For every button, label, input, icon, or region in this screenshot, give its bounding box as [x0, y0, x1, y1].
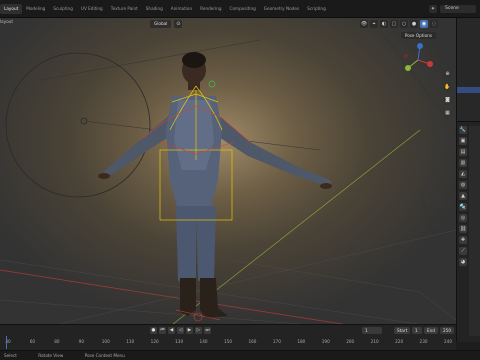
visibility-icon[interactable]: 👁	[360, 20, 368, 28]
next-keyframe-icon[interactable]: ▷	[195, 327, 202, 334]
end-frame-field[interactable]: 250	[440, 327, 454, 334]
zoom-icon[interactable]: ⊕	[443, 70, 452, 79]
scene-name-field[interactable]: Scene	[440, 4, 476, 13]
solid-shading-icon[interactable]: ●	[410, 20, 418, 28]
viewport-shading-controls: 👁 ⌖ ◐ ▢ ○ ● ◉ ◌	[360, 20, 438, 28]
gizmo-icon[interactable]: ⌖	[370, 20, 378, 28]
head-control[interactable]	[208, 80, 216, 88]
ruler-tick: 80	[54, 339, 60, 344]
ruler-tick: 240	[444, 339, 452, 344]
viewport-navigation-buttons: ⊕ ✋ ◙ ▦	[443, 70, 452, 118]
tab-uv-editing[interactable]: UV Editing	[77, 4, 107, 14]
overlays-icon[interactable]: ◐	[380, 20, 388, 28]
tab-animation[interactable]: Animation	[167, 4, 196, 14]
tab-sculpting[interactable]: Sculpting	[49, 4, 77, 14]
ruler-tick: 100	[101, 339, 110, 344]
start-frame-label: Start	[394, 327, 411, 334]
3d-viewport[interactable]: layout Global ⊙ 👁 ⌖ ◐ ▢ ○ ● ◉ ◌ Pose Opt…	[0, 18, 456, 324]
tab-shading[interactable]: Shading	[142, 4, 167, 14]
ruler-tick: 60	[29, 339, 36, 344]
ruler-tick: 190	[321, 339, 330, 344]
workspace-tab-bar: Layout Modeling Sculpting UV Editing Tex…	[0, 0, 480, 18]
ruler-tick: 210	[370, 339, 379, 344]
ruler-tick: 170	[272, 339, 281, 344]
tab-layout[interactable]: Layout	[0, 3, 23, 14]
current-frame-field[interactable]: 1	[362, 327, 382, 334]
end-frame-label: End	[424, 327, 438, 334]
tab-texture-paint[interactable]: Texture Paint	[107, 4, 142, 14]
world-tab-icon[interactable]: ◍	[459, 181, 467, 189]
playhead[interactable]	[6, 336, 7, 349]
pose-options-dropdown[interactable]: Pose Options	[400, 32, 436, 39]
constraint-tab-icon[interactable]: ⛓	[459, 225, 467, 233]
transform-orientation-dropdown[interactable]: Global	[150, 20, 172, 28]
ruler-tick: 150	[224, 339, 232, 344]
wireframe-shading-icon[interactable]: ○	[400, 20, 408, 28]
view-layer-tab-icon[interactable]: ▥	[459, 159, 467, 167]
ruler-tick: 110	[126, 339, 135, 344]
ruler-tick: 220	[395, 339, 404, 344]
status-select: Select	[4, 353, 17, 358]
start-frame-field[interactable]: 1	[412, 327, 422, 334]
ruler-tick: 90	[78, 339, 84, 344]
xray-icon[interactable]: ▢	[390, 20, 398, 28]
outliner[interactable]	[457, 18, 480, 122]
render-tab-icon[interactable]: ▣	[459, 137, 467, 145]
tool-tab-icon[interactable]: 🔧	[459, 126, 467, 134]
timeline-controls: ● ⏮ ◀ ◁ ▶ ▷ ⏭ 1 Start 1 End 250	[0, 327, 456, 335]
pan-hand-icon[interactable]: ✋	[443, 83, 452, 92]
ruler-tick: 230	[419, 339, 428, 344]
bone-tab-icon[interactable]: ⟋	[459, 247, 467, 255]
properties-tabs: 🔧 ▣ ▤ ▥ ◭ ◍ ▲ 🔩 ◎ ⛓ ✚ ⟋ ◕	[459, 126, 467, 266]
modifier-tab-icon[interactable]: 🔩	[459, 203, 467, 211]
rendered-shading-icon[interactable]: ◌	[430, 20, 438, 28]
scene-tab-icon[interactable]: ◭	[459, 170, 467, 178]
grid-view-icon[interactable]: ▦	[443, 109, 452, 118]
tab-compositing[interactable]: Compositing	[226, 4, 260, 14]
ruler-tick: 120	[150, 339, 159, 344]
ruler-tick: 130	[175, 339, 184, 344]
x-axis-line	[0, 269, 345, 324]
prev-keyframe-icon[interactable]: ◀	[168, 327, 175, 334]
material-shading-icon[interactable]: ◉	[420, 20, 428, 28]
tab-modeling[interactable]: Modeling	[22, 4, 49, 14]
outliner-selected-row[interactable]	[457, 87, 480, 93]
properties-panel[interactable]	[469, 126, 480, 336]
navigation-gizmo[interactable]	[398, 40, 438, 80]
ruler-tick: 160	[248, 339, 257, 344]
jump-end-icon[interactable]: ⏭	[204, 327, 211, 334]
tab-scripting[interactable]: Scripting	[303, 4, 330, 14]
tab-rendering[interactable]: Rendering	[196, 4, 225, 14]
blender-window: Layout Modeling Sculpting UV Editing Tex…	[0, 0, 480, 360]
play-reverse-icon[interactable]: ◁	[177, 327, 184, 334]
character-model[interactable]	[98, 52, 332, 318]
timeline[interactable]: ● ⏮ ◀ ◁ ▶ ▷ ⏭ 1 Start 1 End 250 40 60 80 90…	[0, 324, 456, 350]
camera-icon[interactable]: ◙	[443, 96, 452, 105]
ruler-tick: 200	[346, 339, 355, 344]
output-tab-icon[interactable]: ▤	[459, 148, 467, 156]
status-rotate-view: Rotate View	[38, 353, 64, 358]
rotate-circle-widget	[5, 52, 151, 198]
physics-tab-icon[interactable]: ◎	[459, 214, 467, 222]
tab-geometry-nodes[interactable]: Geometry Nodes	[260, 4, 303, 14]
record-icon[interactable]: ●	[150, 327, 157, 334]
status-context-menu: Pose Context Menu	[84, 353, 125, 358]
ruler-tick: 180	[297, 339, 306, 344]
viewport-scene	[0, 30, 456, 324]
scene-selector: ✦ Scene	[429, 3, 476, 14]
ruler-tick: 140	[199, 339, 208, 344]
play-icon[interactable]: ▶	[186, 327, 193, 334]
jump-start-icon[interactable]: ⏮	[159, 327, 166, 334]
pivot-icon[interactable]: ⊙	[174, 20, 183, 28]
right-editor-panel: 🔧 ▣ ▤ ▥ ◭ ◍ ▲ 🔩 ◎ ⛓ ✚ ⟋ ◕	[456, 18, 480, 342]
playback-buttons: ● ⏮ ◀ ◁ ▶ ▷ ⏭	[150, 327, 211, 334]
material-tab-icon[interactable]: ◕	[459, 258, 467, 266]
timeline-ruler[interactable]: 40 60 80 90 100 110 120 130 140 150 160 170 180 190 20…	[0, 337, 456, 347]
data-tab-icon[interactable]: ✚	[459, 236, 467, 244]
status-bar: Select Rotate View Pose Context Menu	[0, 350, 480, 360]
object-tab-icon[interactable]: ▲	[459, 192, 467, 200]
scene-icon: ✦	[429, 4, 437, 13]
